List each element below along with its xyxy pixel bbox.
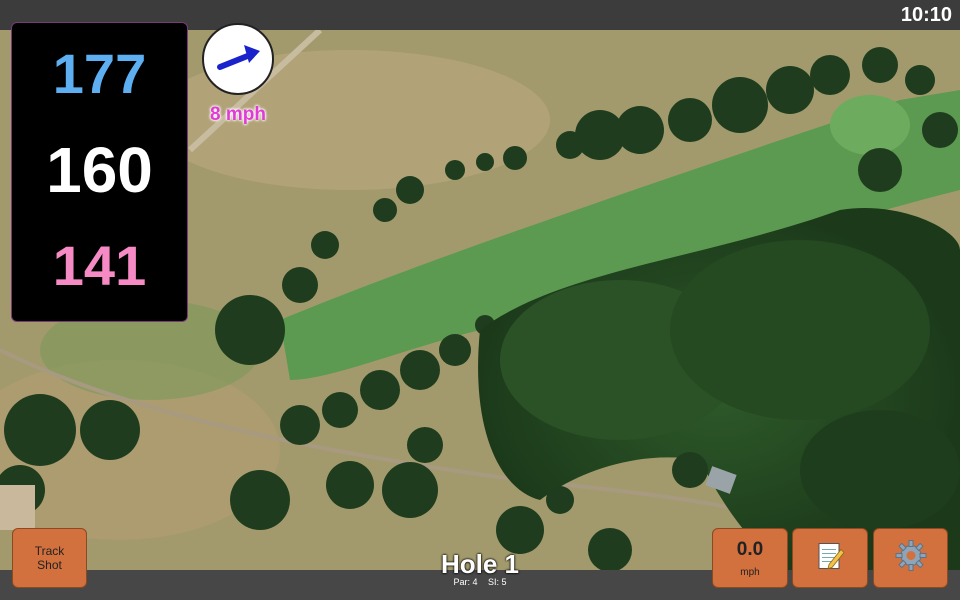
clock: 10:10: [900, 4, 952, 26]
arrow-icon: [217, 45, 260, 70]
distance-panel: 177 160 141: [11, 22, 188, 322]
track-shot-label-line2: Shot: [37, 558, 62, 572]
stroke-index-label: SI: 5: [488, 577, 507, 587]
notes-button[interactable]: [792, 528, 868, 588]
track-shot-label-line1: Track: [34, 544, 65, 558]
notepad-icon: [818, 543, 845, 570]
back-distance: 177: [52, 42, 147, 105]
par-label: Par: 4: [453, 577, 478, 587]
wind-speed-value: 0.0: [736, 539, 764, 560]
wind-direction-dial[interactable]: [202, 23, 274, 95]
hole-title[interactable]: Hole 1: [380, 549, 580, 580]
settings-button[interactable]: [873, 528, 948, 588]
hole-info: Par: 4 SI: 5: [380, 577, 580, 587]
gear-icon: [895, 540, 926, 571]
wind-speed-unit: mph: [740, 567, 760, 578]
wind-speed-label: 8 mph: [210, 104, 266, 125]
middle-distance: 160: [46, 134, 153, 206]
track-shot-button[interactable]: Track Shot: [12, 528, 87, 588]
front-distance: 141: [52, 234, 147, 297]
wind-speed-button[interactable]: 0.0 mph: [712, 528, 788, 588]
